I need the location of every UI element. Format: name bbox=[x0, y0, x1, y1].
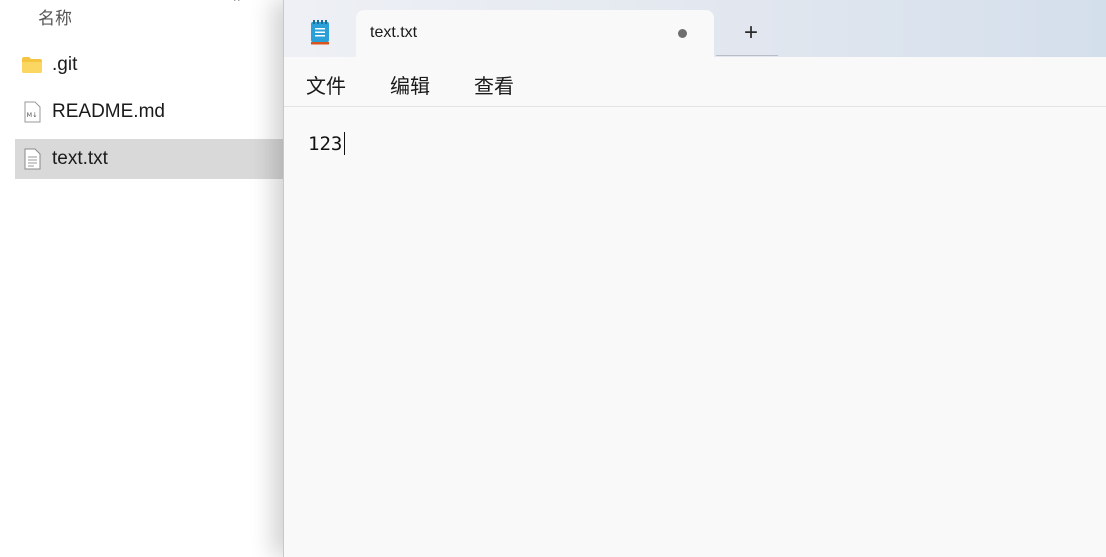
text-editor[interactable]: 123 bbox=[284, 107, 1106, 557]
notepad-window: text.txt + 文件 编辑 查看 123 bbox=[283, 0, 1106, 557]
text-file-icon bbox=[21, 148, 43, 170]
file-name: .git bbox=[52, 54, 78, 75]
file-row-text[interactable]: text.txt bbox=[15, 139, 300, 179]
file-row-readme[interactable]: M↓ README.md bbox=[15, 92, 300, 132]
menu-view[interactable]: 查看 bbox=[474, 70, 514, 99]
text-caret bbox=[344, 132, 345, 155]
file-name: README.md bbox=[52, 101, 165, 122]
unsaved-dot-icon[interactable] bbox=[678, 29, 687, 38]
markdown-file-icon: M↓ bbox=[21, 101, 43, 123]
file-row-git[interactable]: .git bbox=[15, 45, 300, 85]
tab-divider bbox=[716, 55, 778, 56]
title-bar[interactable]: text.txt + bbox=[284, 0, 1106, 57]
sort-caret-icon[interactable]: ^ bbox=[234, 0, 240, 8]
menu-file[interactable]: 文件 bbox=[306, 70, 346, 99]
menu-bar: 文件 编辑 查看 bbox=[284, 57, 1106, 107]
tab-text-txt[interactable]: text.txt bbox=[356, 10, 714, 57]
menu-edit[interactable]: 编辑 bbox=[390, 70, 430, 99]
file-explorer: 名称 ^ .git M↓ README.md text.txt bbox=[0, 0, 300, 557]
svg-text:M↓: M↓ bbox=[27, 111, 38, 119]
editor-content[interactable]: 123 bbox=[308, 133, 342, 155]
new-tab-button[interactable]: + bbox=[736, 18, 766, 48]
file-name: text.txt bbox=[52, 148, 108, 169]
notepad-app-icon bbox=[310, 19, 330, 45]
folder-icon bbox=[21, 54, 43, 76]
column-header-name[interactable]: 名称 bbox=[38, 4, 72, 29]
tab-title: text.txt bbox=[370, 24, 418, 41]
